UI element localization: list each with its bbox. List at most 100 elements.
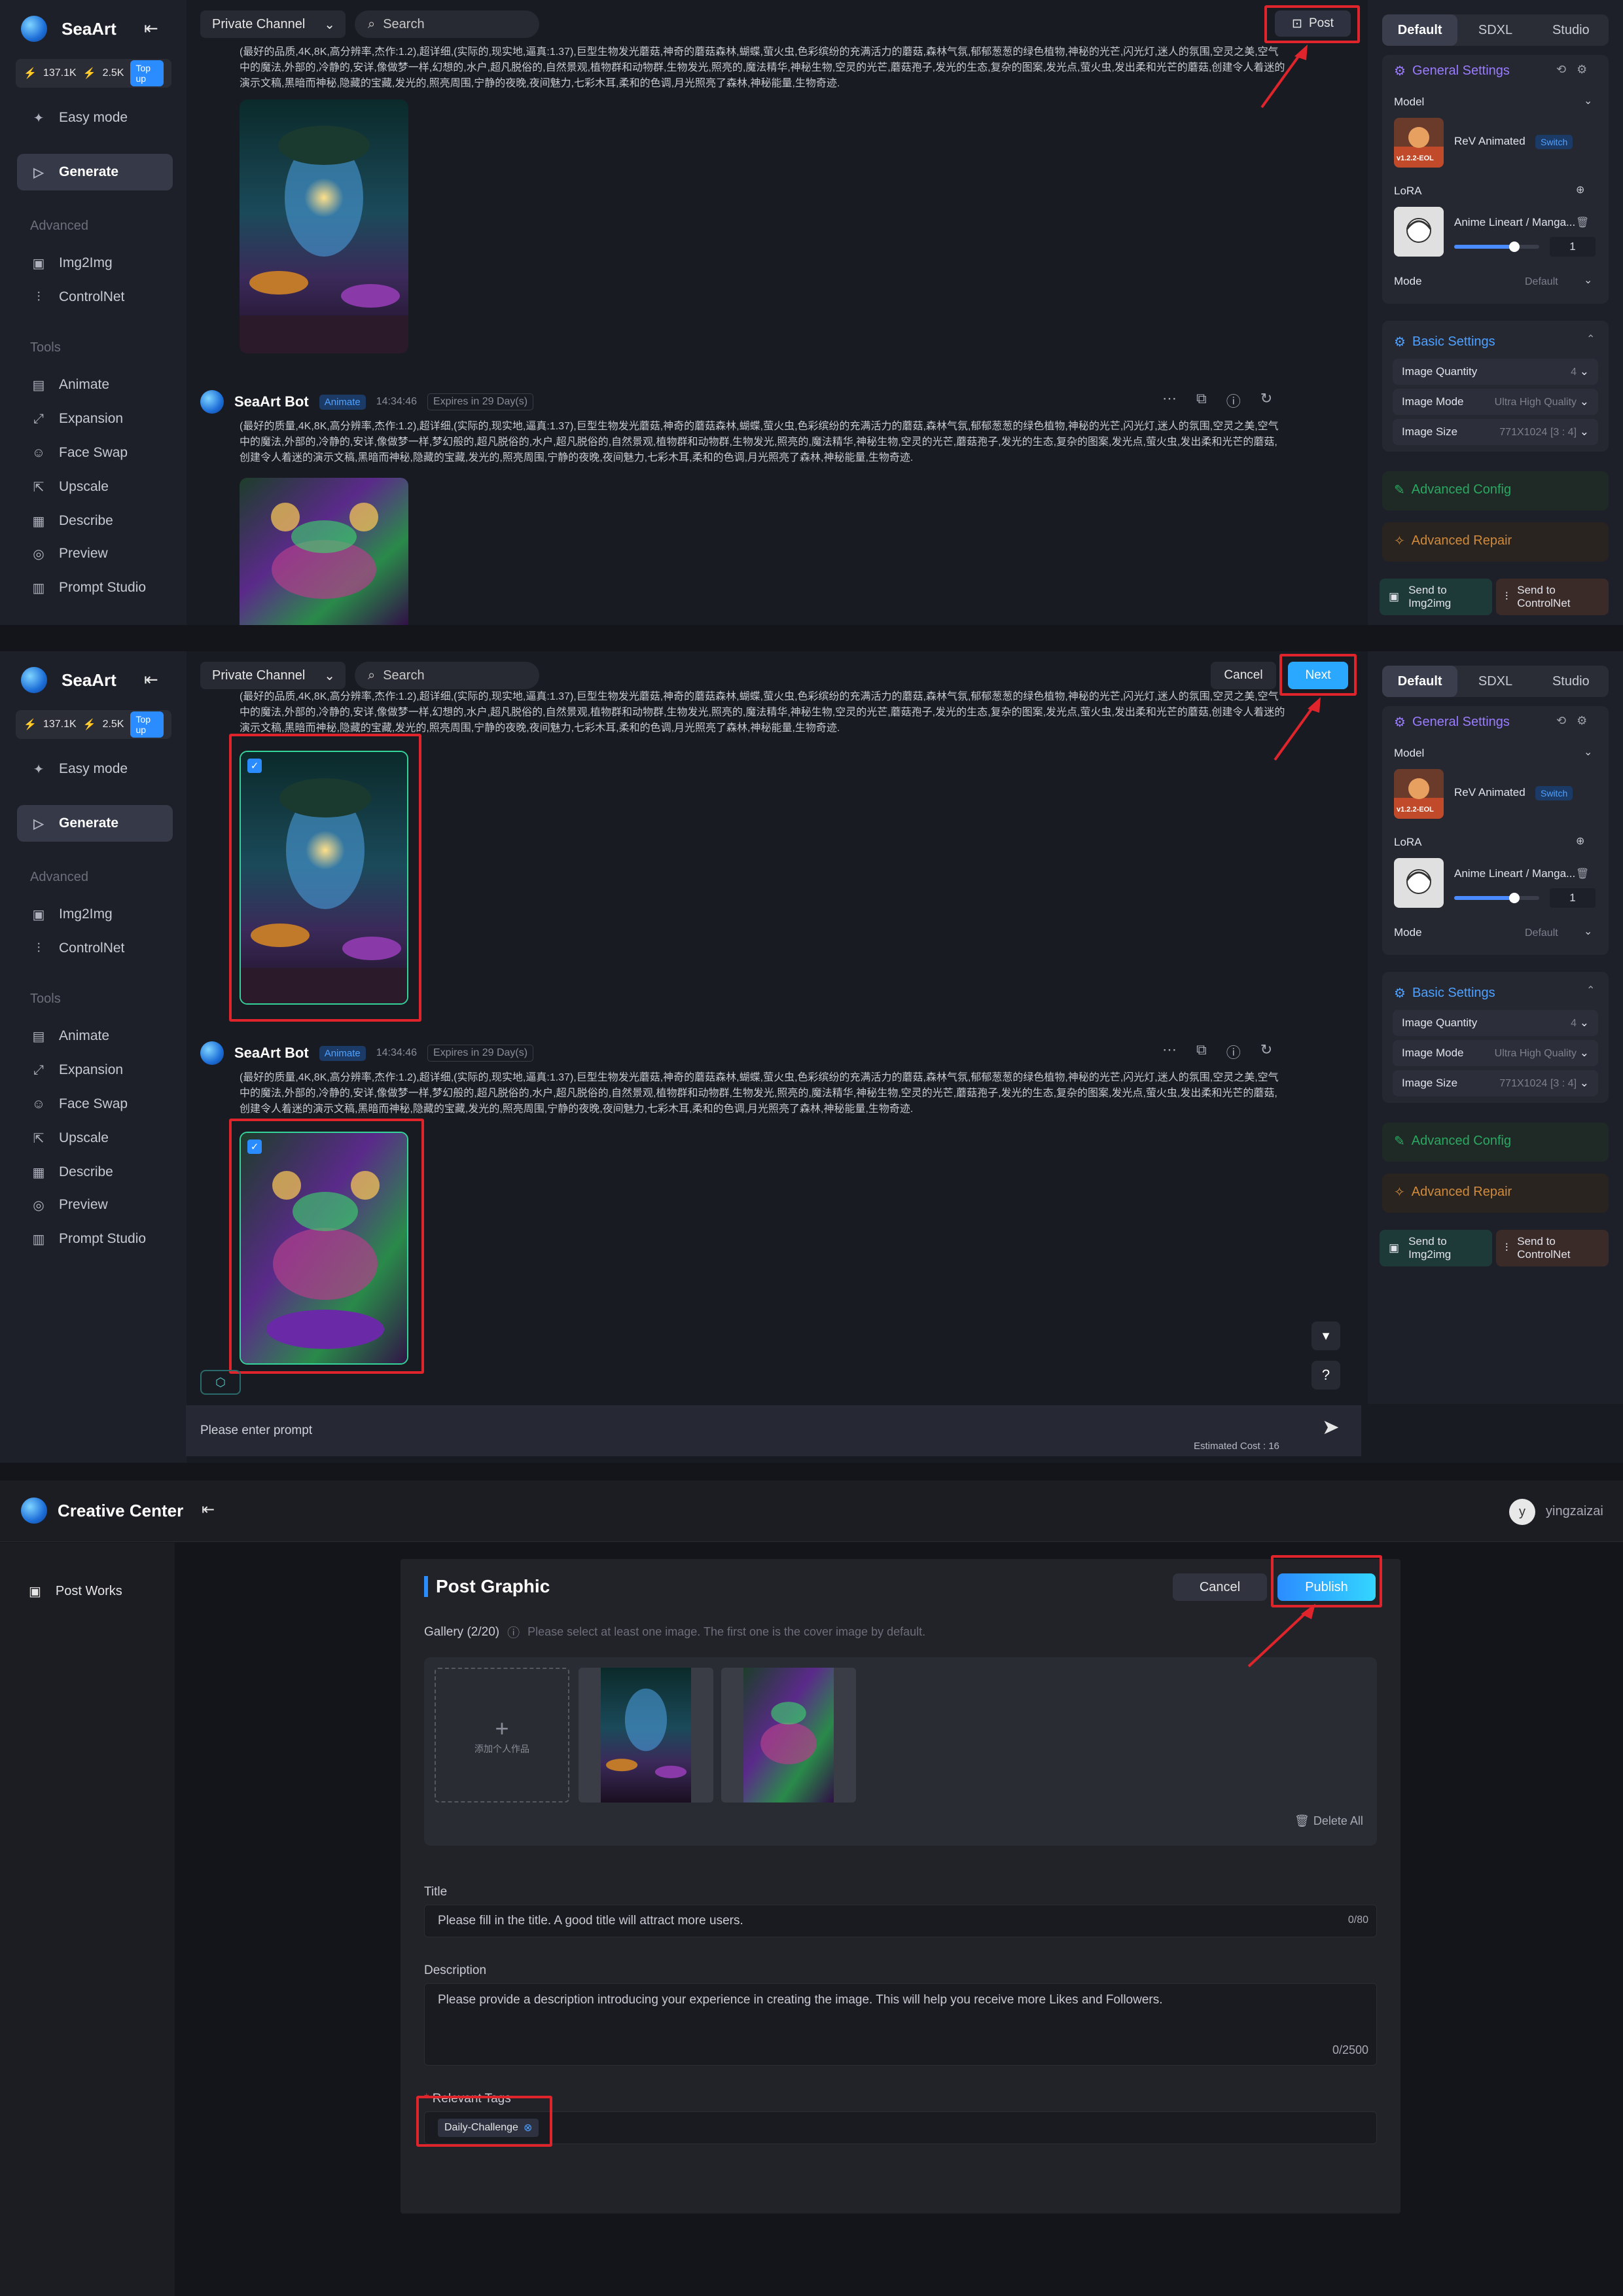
nav-expansion[interactable]: ⤢ Expansion: [17, 1052, 173, 1088]
regenerate-icon[interactable]: ↻: [1260, 390, 1272, 411]
chevron-down-icon[interactable]: ⌄: [1584, 94, 1592, 107]
chevron-down-icon[interactable]: ⌄: [1584, 925, 1592, 938]
tags-input[interactable]: Daily-Challenge ⊗: [424, 2111, 1377, 2144]
lora-weight-input[interactable]: 1: [1550, 888, 1596, 908]
cancel-button[interactable]: Cancel: [1173, 1573, 1267, 1601]
chevron-up-icon[interactable]: ⌃: [1586, 332, 1595, 346]
image-quantity-select[interactable]: Image Quantity 4 ⌄: [1393, 1010, 1598, 1036]
more-icon[interactable]: ⋯: [1162, 390, 1177, 411]
delete-icon[interactable]: 🗑: [1576, 867, 1589, 880]
generated-image[interactable]: [240, 478, 408, 625]
send-to-img2img-button[interactable]: ▣ Send to Img2img: [1380, 1230, 1492, 1266]
basic-settings-title[interactable]: ⚙ Basic Settings: [1394, 985, 1495, 1001]
chevron-down-icon[interactable]: ⌄: [1584, 274, 1592, 287]
brand[interactable]: SeaArt: [21, 16, 116, 42]
close-icon[interactable]: ⊗: [524, 2121, 532, 2134]
send-icon[interactable]: ➤: [1322, 1414, 1340, 1439]
nav-generate[interactable]: ▷ Generate: [17, 154, 173, 190]
selected-image[interactable]: ✓: [240, 1132, 408, 1365]
image-mode-select[interactable]: Image Mode Ultra High Quality ⌄: [1393, 389, 1598, 415]
add-image-button[interactable]: + 添加个人作品: [435, 1668, 569, 1803]
info-icon[interactable]: ⓘ: [1226, 390, 1241, 411]
send-to-img2img-button[interactable]: ▣ Send to Img2img: [1380, 579, 1492, 615]
nav-img2img[interactable]: ▣ Img2Img: [17, 245, 173, 281]
info-icon[interactable]: ⓘ: [1226, 1041, 1241, 1062]
regenerate-icon[interactable]: ↻: [1260, 1041, 1272, 1062]
nav-expansion[interactable]: ⤢ Expansion: [17, 401, 173, 437]
cube-icon[interactable]: ⬡: [200, 1370, 241, 1395]
more-icon[interactable]: ⋯: [1162, 1041, 1177, 1062]
help-icon[interactable]: ?: [1311, 1361, 1340, 1390]
tab-studio[interactable]: Studio: [1533, 14, 1609, 46]
checkbox-checked-icon[interactable]: ✓: [247, 759, 262, 773]
description-input[interactable]: Please provide a description introducing…: [424, 1983, 1377, 2066]
nav-upscale[interactable]: ⇱ Upscale: [17, 469, 173, 505]
nav-generate[interactable]: ▷ Generate: [17, 805, 173, 842]
chevron-up-icon[interactable]: ⌃: [1586, 984, 1595, 997]
nav-easy-mode[interactable]: ✦ Easy mode: [17, 99, 173, 136]
mode-value[interactable]: Default: [1525, 276, 1558, 288]
image-quantity-select[interactable]: Image Quantity 4 ⌄: [1393, 359, 1598, 385]
gallery-image[interactable]: [579, 1668, 713, 1803]
next-button[interactable]: Next: [1288, 662, 1348, 689]
brand[interactable]: Creative Center: [21, 1498, 183, 1524]
nav-img2img[interactable]: ▣ Img2Img: [17, 896, 173, 933]
tab-studio[interactable]: Studio: [1533, 666, 1609, 697]
image-size-select[interactable]: Image Size 771X1024 [3 : 4] ⌄: [1393, 419, 1598, 445]
prompt-input[interactable]: Please enter prompt: [200, 1424, 312, 1438]
lora-weight-slider[interactable]: [1454, 242, 1539, 252]
top-up-button[interactable]: Top up: [130, 711, 164, 738]
channel-select[interactable]: Private Channel ⌄: [200, 662, 346, 689]
nav-describe[interactable]: ▦ Describe: [17, 503, 173, 539]
send-to-controlnet-button[interactable]: ⫶ Send to ControlNet: [1496, 579, 1609, 615]
refresh-icon[interactable]: ⟲: [1556, 63, 1566, 77]
chevron-down-icon[interactable]: ⌄: [1584, 745, 1592, 759]
nav-preview[interactable]: ◎ Preview: [17, 1187, 173, 1223]
brand[interactable]: SeaArt: [21, 667, 116, 693]
tab-default[interactable]: Default: [1382, 666, 1458, 697]
translate-icon[interactable]: ⧉: [1196, 1041, 1207, 1062]
basic-settings-title[interactable]: ⚙ Basic Settings: [1394, 334, 1495, 350]
delete-all-button[interactable]: 🗑 Delete All: [1294, 1814, 1363, 1828]
tab-sdxl[interactable]: SDXL: [1457, 666, 1533, 697]
title-input[interactable]: Please fill in the title. A good title w…: [424, 1905, 1377, 1937]
nav-animate[interactable]: ▤ Animate: [17, 1018, 173, 1054]
collapse-sidebar-icon[interactable]: ⇤: [202, 1500, 215, 1519]
selected-image[interactable]: ✓: [240, 751, 408, 1005]
switch-model-button[interactable]: Switch: [1535, 786, 1573, 800]
send-to-controlnet-button[interactable]: ⫶ Send to ControlNet: [1496, 1230, 1609, 1266]
collapse-sidebar-icon[interactable]: ⇤: [144, 18, 158, 39]
refresh-icon[interactable]: ⟲: [1556, 714, 1566, 728]
translate-icon[interactable]: ⧉: [1196, 390, 1207, 411]
nav-describe[interactable]: ▦ Describe: [17, 1154, 173, 1191]
prompt-composer[interactable]: Please enter prompt Estimated Cost : 16 …: [186, 1405, 1361, 1456]
search-input[interactable]: ⌕ Search: [355, 662, 539, 689]
add-lora-icon[interactable]: ⊕: [1576, 183, 1584, 196]
tab-default[interactable]: Default: [1382, 14, 1458, 46]
username[interactable]: yingzaizai: [1546, 1504, 1603, 1519]
nav-prompt-studio[interactable]: ▥ Prompt Studio: [17, 569, 173, 606]
nav-post-works[interactable]: ▣ Post Works: [29, 1583, 122, 1600]
channel-select[interactable]: Private Channel ⌄: [200, 10, 346, 38]
lora-weight-slider[interactable]: [1454, 893, 1539, 903]
cancel-button[interactable]: Cancel: [1211, 662, 1276, 689]
gallery-image[interactable]: [721, 1668, 856, 1803]
nav-face-swap[interactable]: ☺ Face Swap: [17, 435, 173, 471]
tab-sdxl[interactable]: SDXL: [1457, 14, 1533, 46]
search-input[interactable]: ⌕ Search: [355, 10, 539, 38]
add-lora-icon[interactable]: ⊕: [1576, 834, 1584, 848]
collapse-sidebar-icon[interactable]: ⇤: [144, 670, 158, 690]
nav-preview[interactable]: ◎ Preview: [17, 535, 173, 572]
checkbox-checked-icon[interactable]: ✓: [247, 1139, 262, 1154]
general-settings-title[interactable]: ⚙ General Settings: [1394, 714, 1510, 730]
general-settings-title[interactable]: ⚙ General Settings: [1394, 63, 1510, 79]
generated-image[interactable]: [240, 99, 408, 353]
image-mode-select[interactable]: Image Mode Ultra High Quality ⌄: [1393, 1040, 1598, 1066]
nav-controlnet[interactable]: ⫶ ControlNet: [17, 930, 173, 967]
top-up-button[interactable]: Top up: [130, 60, 164, 86]
avatar[interactable]: y: [1509, 1499, 1535, 1525]
publish-button[interactable]: Publish: [1277, 1573, 1376, 1601]
nav-easy-mode[interactable]: ✦ Easy mode: [17, 751, 173, 787]
nav-controlnet[interactable]: ⫶ ControlNet: [17, 279, 173, 315]
image-size-select[interactable]: Image Size 771X1024 [3 : 4] ⌄: [1393, 1070, 1598, 1096]
